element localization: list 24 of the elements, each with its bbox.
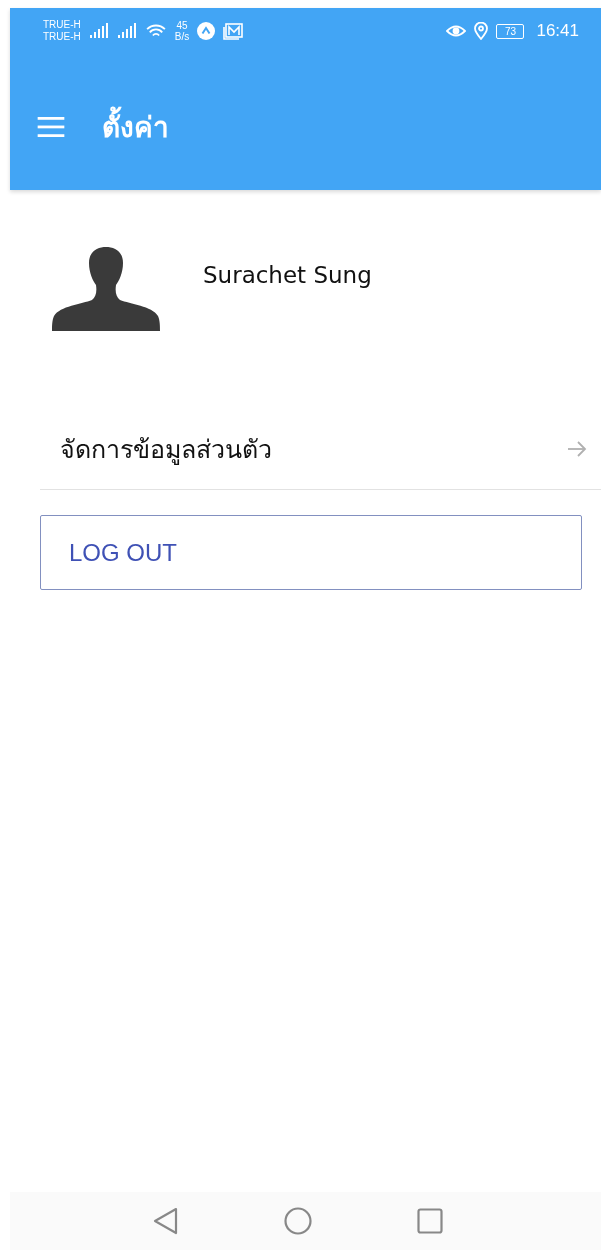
recents-icon[interactable]: [416, 1208, 443, 1234]
location-icon: [474, 22, 489, 40]
carrier-label: TRUE-H: [43, 31, 81, 43]
back-icon[interactable]: [152, 1207, 179, 1235]
battery-icon: 73: [496, 23, 525, 39]
carrier-label: TRUE-H: [43, 19, 81, 31]
eye-icon: [446, 24, 467, 38]
menu-icon: [36, 117, 66, 137]
profile-name: Surachet Sung: [203, 262, 372, 288]
speed-unit: B/s: [174, 31, 190, 42]
logout-button[interactable]: LOG OUT: [40, 515, 582, 590]
signal-icon: [116, 23, 137, 39]
mail-icon: [223, 22, 244, 40]
app-circle-icon: [197, 22, 216, 40]
arrow-right-icon: [567, 440, 587, 458]
menu-item-label: จัดการข้อมูลส่วนตัว: [60, 434, 272, 467]
speed-value: 45: [176, 20, 188, 31]
page-title: ตั้งค่า: [102, 105, 169, 149]
menu-button[interactable]: [36, 117, 66, 137]
home-icon[interactable]: [283, 1207, 312, 1235]
wifi-icon: [144, 23, 167, 39]
signal-icon: [88, 23, 109, 39]
clock-time: 16:41: [536, 21, 579, 41]
menu-list-item[interactable]: จัดการข้อมูลส่วนตัว: [40, 409, 601, 490]
